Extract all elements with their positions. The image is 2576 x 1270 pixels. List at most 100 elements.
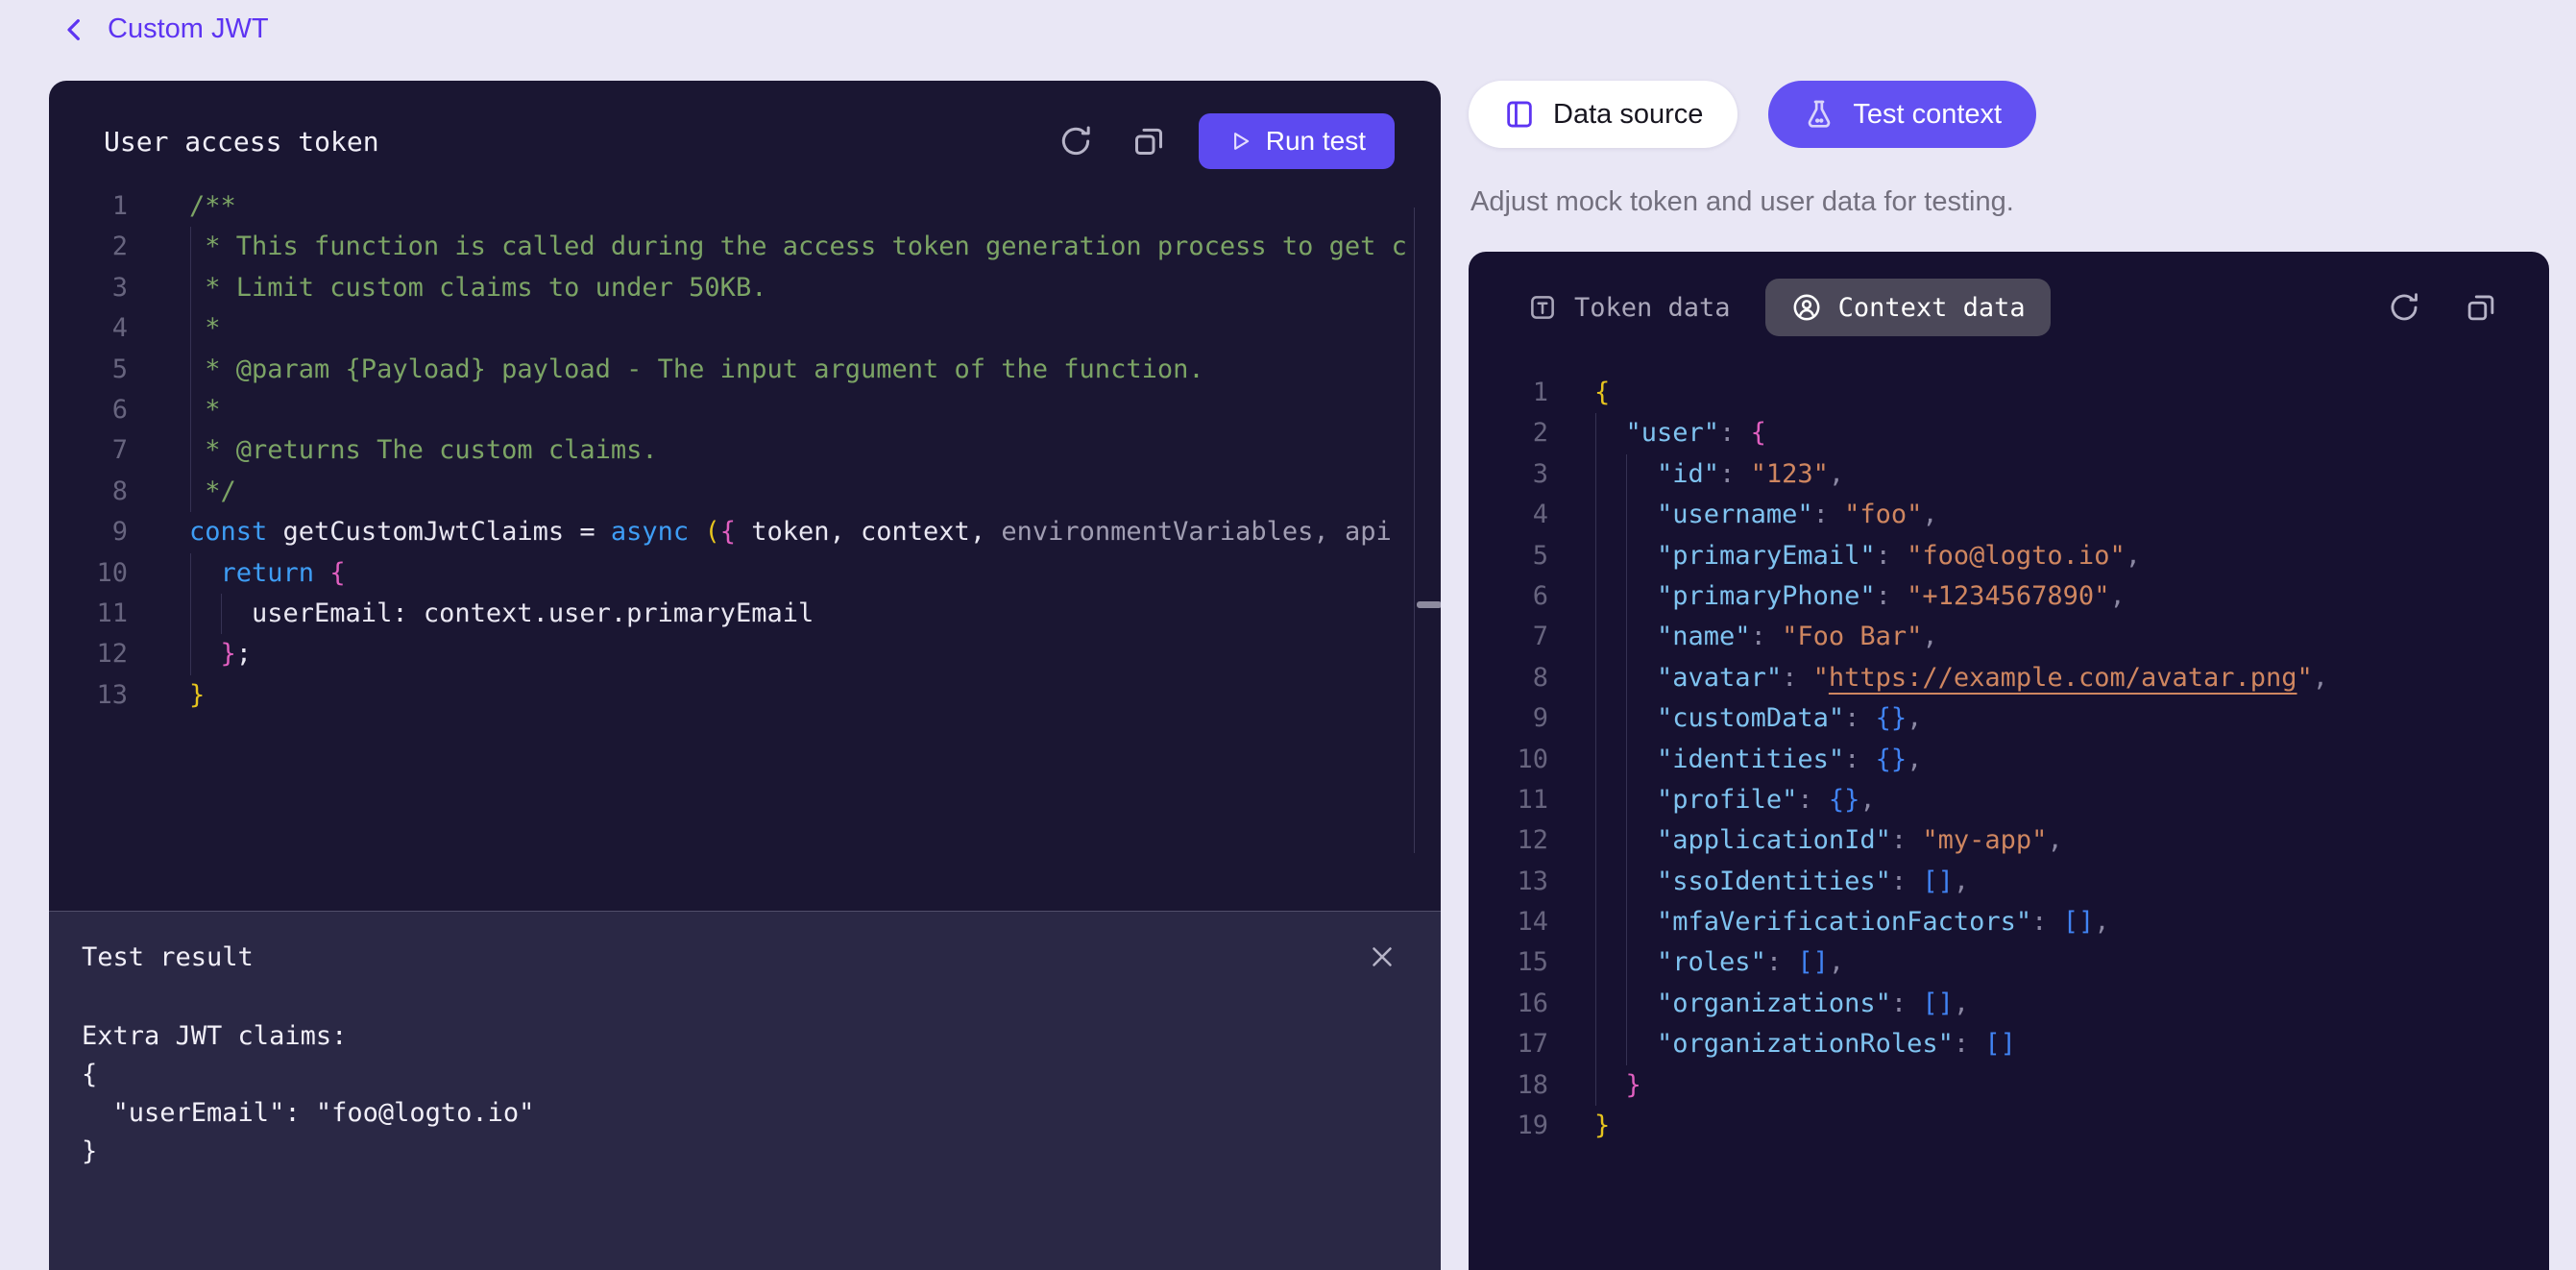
line-number: 2 [49, 227, 128, 267]
code-line: 8 */ [49, 472, 1414, 512]
jwt-code-editor[interactable]: 1/**2 * This function is called during t… [49, 186, 1414, 716]
line-number: 7 [1469, 617, 1548, 657]
line-number: 18 [1469, 1065, 1548, 1106]
line-number: 4 [1469, 495, 1548, 535]
code-line: 14 "mfaVerificationFactors": [], [1469, 902, 2549, 942]
line-number: 11 [1469, 780, 1548, 820]
run-test-label: Run test [1266, 126, 1366, 157]
line-number: 12 [1469, 820, 1548, 861]
line-number: 16 [1469, 984, 1548, 1024]
line-number: 8 [1469, 658, 1548, 698]
line-number: 3 [1469, 454, 1548, 495]
flask-icon [1803, 98, 1835, 131]
line-number: 19 [1469, 1106, 1548, 1146]
test-context-label: Test context [1853, 99, 2002, 131]
code-line: 7 * @returns The custom claims. [49, 430, 1414, 471]
line-number: 6 [49, 390, 128, 430]
line-number: 4 [49, 308, 128, 349]
line-number: 8 [49, 472, 128, 512]
context-json-editor[interactable]: 1{2 "user": {3 "id": "123",4 "username":… [1469, 373, 2549, 1146]
code-line: 2 "user": { [1469, 413, 2549, 453]
data-source-label: Data source [1553, 99, 1703, 131]
editor-scrollbar-track [1414, 208, 1415, 853]
code-line: 5 "primaryEmail": "foo@logto.io", [1469, 536, 2549, 576]
editor-title: User access token [104, 126, 379, 158]
code-line: 10 return { [49, 553, 1414, 594]
editor-section: User access token Run test 1/**2 * [49, 81, 1441, 911]
code-line: 6 "primaryPhone": "+1234567890", [1469, 576, 2549, 617]
user-circle-icon [1790, 291, 1823, 324]
indent-guide [1626, 454, 1627, 1065]
breadcrumb-link[interactable]: Custom JWT [108, 13, 269, 45]
line-number: 6 [1469, 576, 1548, 617]
line-number: 14 [1469, 902, 1548, 942]
tab-context-data[interactable]: Context data [1765, 279, 2051, 336]
line-number: 10 [1469, 740, 1548, 780]
code-line: 4 "username": "foo", [1469, 495, 2549, 535]
tab-token-data[interactable]: Token data [1526, 291, 1731, 324]
jwt-editor-card: User access token Run test 1/**2 * [49, 81, 1441, 1270]
line-number: 11 [49, 594, 128, 634]
line-number: 10 [49, 553, 128, 594]
test-result-panel: Test result Extra JWT claims: { "userEma… [49, 911, 1441, 1270]
line-number: 5 [49, 350, 128, 390]
code-line: 9const getCustomJwtClaims = async ({ tok… [49, 512, 1414, 552]
code-line: 16 "organizations": [], [1469, 984, 2549, 1024]
context-toggle-group: Data source Test context [1469, 81, 2036, 148]
line-number: 17 [1469, 1024, 1548, 1064]
indent-guide [190, 227, 191, 512]
back-chevron-icon[interactable] [60, 14, 90, 45]
code-line: 1{ [1469, 373, 2549, 413]
code-line: 10 "identities": {}, [1469, 740, 2549, 780]
code-line: 19} [1469, 1106, 2549, 1146]
reset-icon[interactable] [1057, 122, 1095, 160]
code-line: 8 "avatar": "https://example.com/avatar.… [1469, 658, 2549, 698]
line-number: 9 [49, 512, 128, 552]
editor-scrollbar-thumb[interactable] [1417, 601, 1441, 608]
code-line: 1/** [49, 186, 1414, 227]
line-number: 1 [1469, 373, 1548, 413]
code-line: 17 "organizationRoles": [] [1469, 1024, 2549, 1064]
line-number: 3 [49, 268, 128, 308]
close-icon[interactable] [1366, 940, 1398, 973]
line-number: 5 [1469, 536, 1548, 576]
breadcrumb: Custom JWT [60, 13, 269, 45]
test-context-button[interactable]: Test context [1768, 81, 2036, 148]
line-number: 1 [49, 186, 128, 227]
code-line: 6 * [49, 390, 1414, 430]
code-line: 5 * @param {Payload} payload - The input… [49, 350, 1414, 390]
code-line: 9 "customData": {}, [1469, 698, 2549, 739]
test-result-title: Test result [82, 942, 254, 972]
run-test-button[interactable]: Run test [1199, 113, 1395, 169]
line-number: 13 [49, 675, 128, 716]
code-line: 12 }; [49, 634, 1414, 674]
context-caption: Adjust mock token and user data for test… [1470, 186, 2014, 218]
code-line: 4 * [49, 308, 1414, 349]
reset-icon[interactable] [2386, 289, 2422, 326]
code-line: 3 "id": "123", [1469, 454, 2549, 495]
line-number: 12 [49, 634, 128, 674]
indent-guide [1595, 413, 1596, 1106]
copy-icon[interactable] [1130, 122, 1168, 160]
editor-header: User access token Run test [49, 81, 1441, 186]
copy-icon[interactable] [2463, 289, 2499, 326]
line-number: 2 [1469, 413, 1548, 453]
context-tabs: Token data Context data [1469, 252, 2549, 336]
test-result-output: Extra JWT claims: { "userEmail": "foo@lo… [82, 1017, 1398, 1171]
code-line: 11 userEmail: context.user.primaryEmail [49, 594, 1414, 634]
book-icon [1503, 98, 1536, 131]
token-icon [1526, 291, 1559, 324]
code-line: 13} [49, 675, 1414, 716]
code-line: 11 "profile": {}, [1469, 780, 2549, 820]
data-source-button[interactable]: Data source [1469, 81, 1738, 148]
line-number: 7 [49, 430, 128, 471]
play-icon [1227, 129, 1252, 154]
code-line: 15 "roles": [], [1469, 942, 2549, 983]
test-context-card: Token data Context data 1{2 "user": {3 "… [1469, 252, 2549, 1270]
code-line: 18 } [1469, 1065, 2549, 1106]
code-line: 7 "name": "Foo Bar", [1469, 617, 2549, 657]
indent-guide [221, 594, 222, 634]
tab-token-data-label: Token data [1574, 293, 1731, 323]
line-number: 9 [1469, 698, 1548, 739]
line-number: 13 [1469, 862, 1548, 902]
